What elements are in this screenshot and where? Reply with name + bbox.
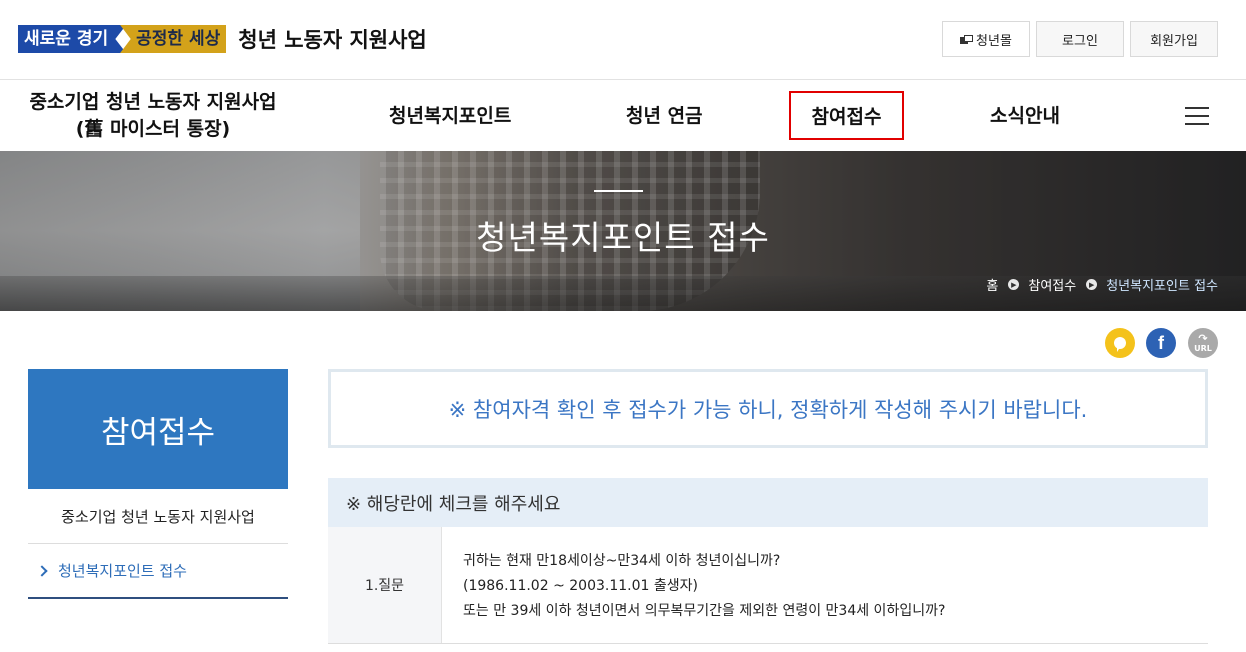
question-line-2: (1986.11.02 ~ 2003.11.01 출생자) <box>463 578 698 594</box>
site-logo[interactable]: 새로운 경기 공정한 세상 청년 노동자 지원사업 <box>18 24 427 54</box>
sidebar-title: 참여접수 <box>28 369 288 489</box>
nav-item-application[interactable]: 참여접수 <box>789 91 904 140</box>
logo-part-1: 새로운 경기 <box>18 25 127 53</box>
breadcrumb-current[interactable]: 청년복지포인트 접수 <box>1106 275 1218 294</box>
nav-item-youth-pension[interactable]: 청년 연금 <box>626 101 703 128</box>
sidebar-item-welfare-points-application[interactable]: 청년복지포인트 접수 <box>28 544 288 599</box>
facebook-share-icon[interactable]: f <box>1146 328 1176 358</box>
nav-item-welfare-points[interactable]: 청년복지포인트 <box>389 101 511 128</box>
check-instruction-header: ※ 해당란에 체크를 해주세요 <box>328 478 1208 527</box>
site-name-line-2: (舊 마이스터 통장) <box>75 118 231 140</box>
logo-part-2: 공정한 세상 <box>120 25 227 53</box>
page-banner: 청년복지포인트 접수 홈 ▶ 참여접수 ▶ 청년복지포인트 접수 <box>0 151 1246 311</box>
breadcrumb: 홈 ▶ 참여접수 ▶ 청년복지포인트 접수 <box>986 275 1218 294</box>
top-bar: 새로운 경기 공정한 세상 청년 노동자 지원사업 청년몰 로그인 회원가입 <box>0 0 1246 80</box>
facebook-glyph: f <box>1158 332 1164 353</box>
chevron-right-icon: ▶ <box>1008 279 1020 290</box>
login-button[interactable]: 로그인 <box>1036 21 1124 57</box>
url-label: URL <box>1194 344 1212 353</box>
youth-mall-label: 청년몰 <box>976 33 1012 49</box>
sidebar-item-label: 청년복지포인트 접수 <box>58 562 187 580</box>
banner-divider <box>594 190 643 192</box>
signup-button[interactable]: 회원가입 <box>1130 21 1218 57</box>
chevron-right-icon: ▶ <box>1086 279 1098 290</box>
cards-icon <box>960 34 974 44</box>
question-label: 1.질문 <box>328 527 442 643</box>
share-arrow-icon: ↷ <box>1198 332 1208 345</box>
breadcrumb-application[interactable]: 참여접수 <box>1028 275 1076 294</box>
youth-mall-button[interactable]: 청년몰 <box>942 21 1030 57</box>
site-name[interactable]: 중소기업 청년 노동자 지원사업 (舊 마이스터 통장) <box>0 89 306 143</box>
question-line-3: 또는 만 39세 이하 청년이면서 의무복무기간을 제외한 연령이 만34세 이… <box>463 603 946 619</box>
main-nav: 중소기업 청년 노동자 지원사업 (舊 마이스터 통장) 청년복지포인트 청년 … <box>0 81 1246 151</box>
top-buttons: 청년몰 로그인 회원가입 <box>942 21 1218 57</box>
hamburger-menu-icon[interactable] <box>1185 107 1209 125</box>
site-name-line-1: 중소기업 청년 노동자 지원사업 <box>29 91 277 113</box>
kakaotalk-share-icon[interactable] <box>1105 328 1135 358</box>
breadcrumb-home[interactable]: 홈 <box>986 275 998 294</box>
question-text: 귀하는 현재 만18세이상~만34세 이하 청년이십니까? (1986.11.0… <box>442 527 945 643</box>
nav-item-application-label: 참여접수 <box>811 106 882 128</box>
notice-text: ※ 참여자격 확인 후 접수가 가능 하니, 정확하게 작성해 주시기 바랍니다… <box>448 397 1088 422</box>
site-title: 청년 노동자 지원사업 <box>238 28 427 52</box>
page-title: 청년복지포인트 접수 <box>476 218 770 257</box>
question-line-1: 귀하는 현재 만18세이상~만34세 이하 청년이십니까? <box>463 553 781 569</box>
nav-item-news[interactable]: 소식안내 <box>990 101 1060 128</box>
sidebar-subtitle: 중소기업 청년 노동자 지원사업 <box>28 489 288 544</box>
notice-box: ※ 참여자격 확인 후 접수가 가능 하니, 정확하게 작성해 주시기 바랍니다… <box>328 369 1208 448</box>
url-copy-icon[interactable]: ↷ URL <box>1188 328 1218 358</box>
chevron-right-icon <box>36 564 48 577</box>
question-row: 1.질문 귀하는 현재 만18세이상~만34세 이하 청년이십니까? (1986… <box>328 527 1208 644</box>
